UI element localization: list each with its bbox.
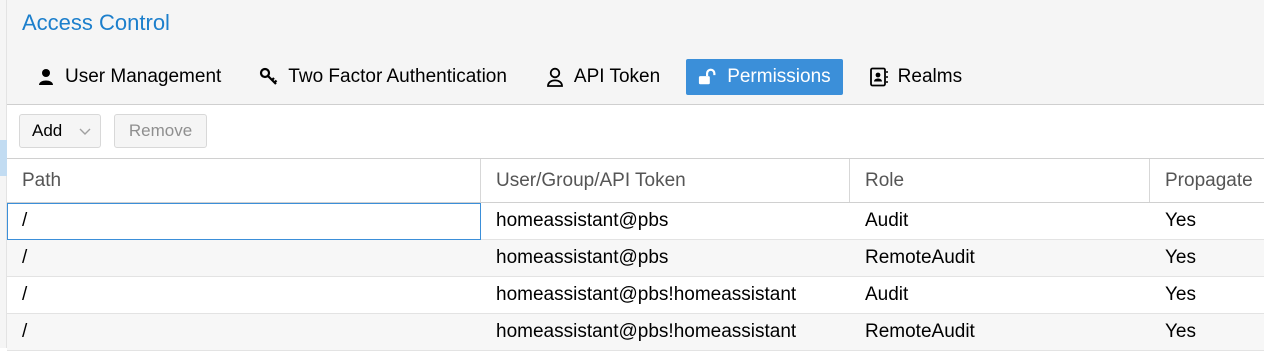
unlock-icon <box>698 67 718 87</box>
tab-label: User Management <box>65 66 222 87</box>
cell-user: homeassistant@pbs <box>496 210 669 231</box>
tab-api-token[interactable]: API Token <box>533 59 672 95</box>
column-header-user[interactable]: User/Group/API Token <box>481 159 850 202</box>
tab-permissions[interactable]: Permissions <box>686 59 843 95</box>
cell-path: / <box>22 284 28 305</box>
address-book-icon <box>869 67 889 87</box>
cell-user: homeassistant@pbs <box>496 247 669 268</box>
panel-header: Access Control User Management Two Facto… <box>7 0 1264 105</box>
chevron-down-icon <box>78 123 92 143</box>
add-button-label: Add <box>32 121 63 140</box>
tab-user-management[interactable]: User Management <box>24 59 233 95</box>
remove-button-label: Remove <box>128 121 193 140</box>
user-icon <box>36 67 56 87</box>
left-nav-selected-item[interactable] <box>0 140 7 176</box>
remove-button[interactable]: Remove <box>114 114 207 148</box>
cell-propagate: Yes <box>1165 247 1196 268</box>
cell-propagate: Yes <box>1165 210 1196 231</box>
toolbar: Add Remove <box>7 105 1264 159</box>
focused-cell-outline <box>7 203 481 240</box>
table-row[interactable]: / homeassistant@pbs!homeassistant Audit … <box>7 277 1264 314</box>
cell-role: RemoteAudit <box>865 247 975 268</box>
cell-propagate: Yes <box>1165 284 1196 305</box>
column-header-propagate[interactable]: Propagate <box>1150 159 1264 202</box>
cell-user: homeassistant@pbs!homeassistant <box>496 284 797 305</box>
cell-path: / <box>22 321 28 342</box>
access-control-panel: Access Control User Management Two Facto… <box>7 0 1264 351</box>
tab-realms[interactable]: Realms <box>857 59 974 95</box>
tab-label: Permissions <box>727 66 831 87</box>
cell-role: RemoteAudit <box>865 321 975 342</box>
table-row[interactable]: / homeassistant@pbs RemoteAudit Yes <box>7 240 1264 277</box>
cell-path: / <box>22 210 28 231</box>
cell-path: / <box>22 247 28 268</box>
cell-role: Audit <box>865 284 909 305</box>
column-header-role[interactable]: Role <box>850 159 1150 202</box>
table-row[interactable]: / homeassistant@pbs Audit Yes <box>7 203 1264 240</box>
column-header-path[interactable]: Path <box>7 159 481 202</box>
tab-bar: User Management Two Factor Authenticatio… <box>24 59 988 95</box>
key-icon <box>259 67 279 87</box>
cell-propagate: Yes <box>1165 321 1196 342</box>
tab-label: Realms <box>897 66 963 87</box>
tab-label: API Token <box>573 66 661 87</box>
user-outline-icon <box>545 67 565 87</box>
page-title: Access Control <box>22 10 170 35</box>
cell-user: homeassistant@pbs!homeassistant <box>496 321 797 342</box>
table-row[interactable]: / homeassistant@pbs!homeassistant Remote… <box>7 314 1264 351</box>
cell-role: Audit <box>865 210 909 231</box>
add-button[interactable]: Add <box>19 114 101 148</box>
tab-label: Two Factor Authentication <box>288 66 507 87</box>
grid-header: Path User/Group/API Token Role Propagate <box>7 159 1264 203</box>
tab-two-factor-authentication[interactable]: Two Factor Authentication <box>247 59 519 95</box>
